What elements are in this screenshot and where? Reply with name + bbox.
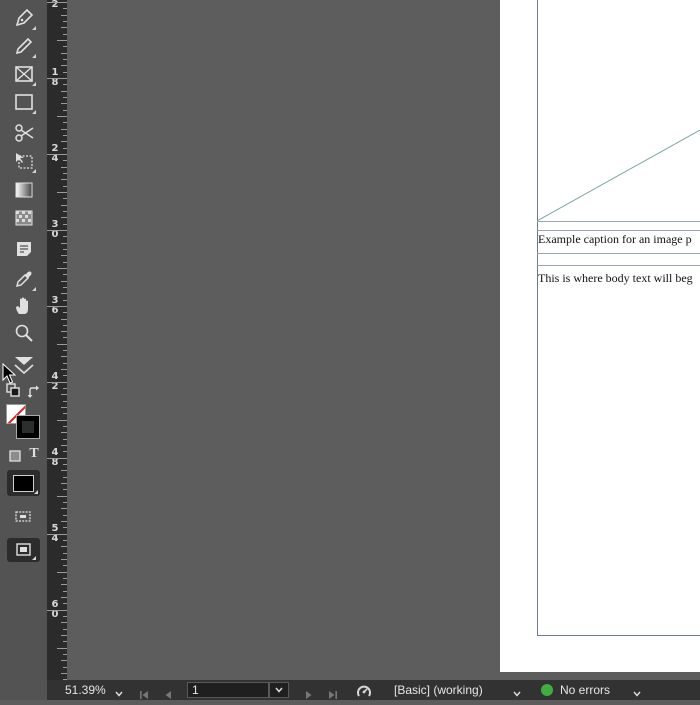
stroke-swatch-black[interactable] (16, 415, 40, 439)
double-chevron-down-icon (14, 357, 34, 375)
hand-tool-button[interactable] (8, 293, 40, 319)
zoom-dropdown-chevron-icon[interactable] (115, 684, 123, 704)
last-page-icon[interactable] (328, 685, 338, 705)
default-colors-icon (6, 383, 20, 397)
gradient-swatch-tool-icon (15, 182, 33, 198)
status-bar: 51.39% 1 [Basic] (working) No errors (47, 680, 700, 700)
ruler-tick (47, 458, 67, 459)
preflight-menu-chevron-icon[interactable] (633, 684, 641, 704)
apply-color-swatch (13, 475, 34, 492)
tool-flyout-indicator (32, 169, 36, 173)
frame-bottom-edge (537, 221, 700, 222)
zoom-tool-button[interactable] (8, 320, 40, 346)
formatting-text-button[interactable]: T (27, 446, 41, 462)
zoom-tool-icon (15, 324, 33, 342)
gradient-feather-tool-icon (15, 210, 33, 226)
ruler-tick (57, 268, 67, 269)
ruler-tick (57, 192, 67, 193)
pen-tool-button[interactable] (8, 5, 40, 31)
ruler-tick (47, 78, 67, 79)
frame-grid-icon (15, 511, 31, 522)
tool-flyout-indicator (32, 54, 36, 58)
caption-text[interactable]: Example caption for an image p (538, 232, 692, 247)
page-dropdown-button[interactable] (269, 682, 289, 698)
ruler-tick (47, 154, 67, 155)
formatting-container-button[interactable] (9, 449, 21, 462)
ruler-tick (57, 344, 67, 345)
free-transform-tool-button[interactable] (8, 148, 40, 174)
tool-flyout-indicator (32, 287, 36, 291)
pencil-tool-button[interactable] (8, 33, 40, 59)
caption-frame-bottom-edge (537, 253, 700, 254)
body-frame-top-edge (537, 265, 700, 266)
chevron-down-icon (275, 687, 283, 693)
preflight-profile-icon[interactable] (356, 682, 372, 702)
ruler-tick (57, 116, 67, 117)
ruler-tick (57, 648, 67, 649)
apply-color-button[interactable] (7, 470, 40, 496)
tool-flyout-indicator (32, 26, 36, 30)
ruler-tick (57, 496, 67, 497)
previous-page-icon[interactable] (163, 685, 173, 705)
container-format-icon (9, 450, 21, 462)
rectangle-frame-tool-button[interactable] (8, 61, 40, 87)
tool-flyout-indicator (32, 110, 36, 114)
gradient-swatch-tool-button[interactable] (8, 177, 40, 203)
mouse-cursor-icon (2, 363, 16, 384)
default-fill-stroke-button[interactable] (6, 383, 20, 397)
preflight-status-dot-icon (541, 684, 553, 696)
swap-fill-stroke-button[interactable] (27, 385, 41, 399)
tools-panel: T (0, 0, 47, 700)
zoom-level[interactable]: 51.39% (65, 680, 106, 700)
rectangle-tool-button[interactable] (8, 89, 40, 115)
ruler-tick (57, 572, 67, 573)
ruler-tick (47, 306, 67, 307)
profile-dropdown-chevron-icon[interactable] (513, 684, 521, 704)
body-text[interactable]: This is where body text will beg (538, 271, 693, 286)
stroke-swatch-inner (20, 419, 36, 435)
note-tool-icon (17, 242, 31, 256)
ruler-tick (47, 230, 67, 231)
screen-mode-normal-button[interactable] (12, 506, 34, 526)
image-frame-placeholder[interactable] (537, 0, 700, 222)
vertical-ruler[interactable]: 21824303642485460 (47, 0, 67, 680)
next-page-icon[interactable] (304, 685, 314, 705)
screen-mode-button[interactable] (7, 538, 40, 562)
note-tool-button[interactable] (8, 236, 40, 262)
caption-frame-top-edge (537, 230, 700, 231)
ruler-tick (47, 2, 67, 3)
swap-arrow-icon (27, 385, 39, 398)
text-format-label: T (29, 446, 39, 461)
page-number-field[interactable]: 1 (187, 682, 269, 698)
tool-flyout-indicator (32, 82, 36, 86)
gradient-feather-tool-button[interactable] (8, 205, 40, 231)
scissors-tool-icon (15, 124, 34, 142)
first-page-icon[interactable] (139, 685, 149, 705)
ruler-tick (47, 534, 67, 535)
ruler-tick (57, 420, 67, 421)
preflight-profile-label[interactable]: [Basic] (working) (394, 680, 483, 700)
hand-tool-icon (16, 297, 28, 314)
ruler-tick (47, 382, 67, 383)
ruler-tick (47, 610, 67, 611)
document-page[interactable]: Example caption for an image p This is w… (500, 0, 700, 672)
ruler-tick (57, 40, 67, 41)
scissors-tool-button[interactable] (8, 120, 40, 146)
screen-mode-icon (16, 543, 36, 560)
eyedropper-tool-button[interactable] (8, 266, 40, 292)
preflight-errors-label[interactable]: No errors (560, 680, 610, 700)
tool-flyout-indicator (34, 490, 38, 494)
